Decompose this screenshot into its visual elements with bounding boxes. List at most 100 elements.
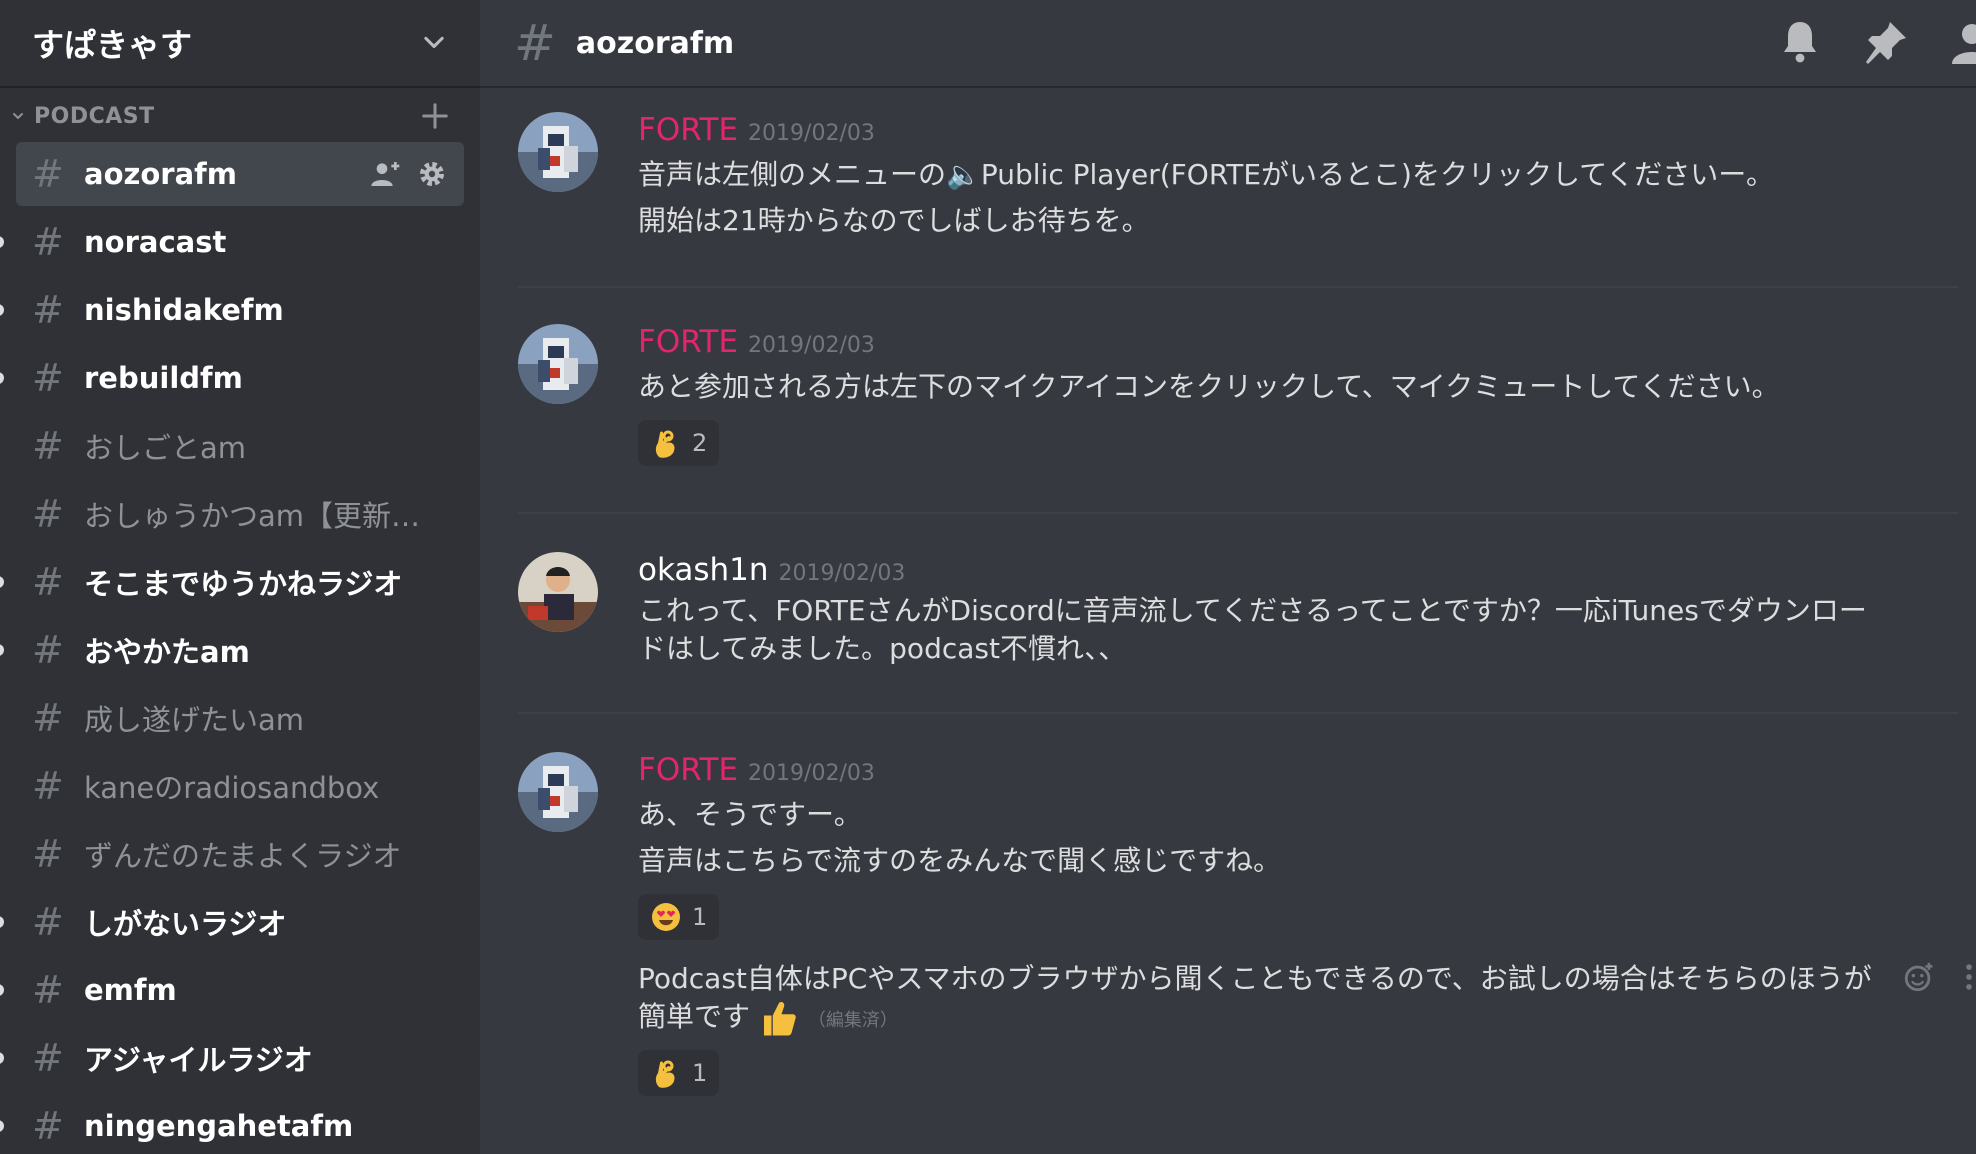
category-name: PODCAST — [34, 103, 155, 129]
channel-item-sokomade[interactable]: # そこまでゆうかねラジオ — [0, 550, 464, 614]
bell-icon[interactable] — [1776, 18, 1824, 66]
message-text: 音声は左側のメニューの🔈Public Player(FORTEがいるとこ)をクリ… — [638, 158, 1775, 191]
message-author[interactable]: okash1n — [638, 552, 769, 588]
channel-name: ningengahetafm — [84, 1109, 354, 1143]
invite-icon[interactable] — [370, 158, 402, 190]
avatar[interactable] — [518, 752, 598, 832]
caret-down-icon — [13, 113, 23, 120]
add-channel-icon[interactable] — [420, 101, 450, 131]
message-text: Podcast自体はPCやスマホのブラウザから聞くこともできるので、お試しの場合… — [638, 960, 1898, 1040]
reaction-count: 1 — [692, 1059, 708, 1087]
message-timestamp: 2019/02/03 — [748, 121, 875, 146]
avatar[interactable] — [518, 112, 598, 192]
reaction-count: 2 — [692, 429, 708, 457]
channel-name: ずんだのたまよくラジオ — [84, 839, 402, 873]
unread-indicator — [0, 644, 4, 656]
channel-name: しがないラジオ — [84, 907, 287, 941]
hash-icon: # — [32, 832, 64, 876]
category-podcast[interactable]: PODCAST — [0, 96, 480, 136]
reaction-heart-eyes[interactable]: 1 — [638, 894, 720, 940]
channel-list: # aozorafm # noracast # nishidakefm # re… — [0, 142, 480, 1154]
channel-name: noracast — [84, 225, 227, 259]
message-text: あ、そうですー。 — [638, 798, 862, 831]
unread-indicator — [0, 1052, 4, 1064]
message-author[interactable]: FORTE — [638, 752, 738, 788]
hash-icon: # — [32, 1036, 64, 1080]
channel-name: kaneのradiosandbox — [84, 771, 380, 805]
unread-indicator — [0, 916, 4, 928]
channel-name: おしゅうかつam【更新… — [84, 499, 421, 533]
message-divider — [518, 512, 1958, 514]
hash-icon: # — [32, 356, 64, 400]
channel-item-agile-radio[interactable]: # アジャイルラジオ — [0, 1026, 464, 1090]
channel-item-zunda[interactable]: # ずんだのたまよくラジオ — [16, 822, 464, 886]
thumbs-up-icon — [763, 1001, 796, 1036]
unread-indicator — [0, 576, 4, 588]
chevron-down-icon[interactable] — [420, 29, 448, 57]
message-timestamp: 2019/02/03 — [778, 561, 906, 586]
hash-icon: # — [32, 900, 64, 944]
channel-item-aozorafm[interactable]: # aozorafm — [16, 142, 464, 206]
unread-indicator — [0, 236, 4, 248]
settings-icon[interactable] — [416, 158, 448, 190]
channel-name: そこまでゆうかねラジオ — [84, 567, 403, 601]
channel-item-oyakataam[interactable]: # おやかたam — [0, 618, 464, 682]
message-divider — [518, 712, 1958, 714]
message-text: 開始は21時からなのでしばしお待ちを。 — [638, 204, 1150, 237]
message-author[interactable]: FORTE — [638, 324, 738, 360]
ok-hand-icon — [655, 430, 675, 458]
channel-item-nishidakefm[interactable]: # nishidakefm — [0, 278, 464, 342]
message-text: これって、FORTEさんがDiscordに音声流してくださるってことですか？一応… — [638, 594, 1867, 665]
hash-icon: # — [32, 1104, 64, 1148]
hash-icon: # — [32, 288, 64, 332]
hash-icon: # — [32, 696, 64, 740]
more-options-icon[interactable] — [1952, 960, 1976, 994]
unread-indicator — [0, 1120, 4, 1132]
hash-icon: # — [32, 764, 64, 808]
hash-icon: # — [32, 424, 64, 468]
channel-item-shiganai[interactable]: # しがないラジオ — [0, 890, 464, 954]
pin-icon[interactable] — [1862, 18, 1910, 66]
server-header[interactable]: すぱきゃす — [0, 0, 480, 88]
ok-hand-icon — [655, 1060, 675, 1088]
channel-name: rebuildfm — [84, 361, 243, 395]
server-name: すぱきゃす — [32, 26, 193, 64]
hash-icon: # — [32, 152, 64, 196]
channel-item-noracast[interactable]: # noracast — [0, 210, 464, 274]
channel-item-ningengahetafm[interactable]: # ningengahetafm — [0, 1094, 464, 1154]
message-text: あと参加される方は左下のマイクアイコンをクリックして、マイクミュートしてください… — [638, 370, 1780, 403]
hash-icon: # — [32, 492, 64, 536]
channel-name: アジャイルラジオ — [84, 1043, 313, 1077]
channel-name: おしごとam — [84, 431, 247, 465]
members-icon[interactable] — [1948, 18, 1976, 66]
message-author[interactable]: FORTE — [638, 112, 738, 148]
avatar[interactable] — [518, 324, 598, 404]
hash-icon: # — [32, 560, 64, 604]
message-divider — [518, 286, 1958, 288]
heart-eyes-icon — [652, 903, 680, 931]
channel-item-emfm[interactable]: # emfm — [0, 958, 464, 1022]
channel-item-nashitogetaiam[interactable]: # 成し遂げたいam — [16, 686, 464, 750]
reaction-ok-hand[interactable]: 2 — [638, 420, 720, 466]
hash-icon: # — [32, 628, 64, 672]
channel-item-kane-radiosandbox[interactable]: # kaneのradiosandbox — [16, 754, 464, 818]
unread-indicator — [0, 372, 4, 384]
channel-name: aozorafm — [84, 157, 238, 191]
avatar[interactable] — [518, 552, 598, 632]
message-text: 音声はこちらで流すのをみんなで聞く感じですね。 — [638, 844, 1282, 877]
message-timestamp: 2019/02/03 — [748, 761, 875, 786]
channel-name: おやかたam — [84, 635, 250, 669]
hash-icon: # — [32, 968, 64, 1012]
channel-item-oshigotoam[interactable]: # おしごとam — [16, 414, 464, 478]
channel-name: emfm — [84, 973, 177, 1007]
hash-icon: # — [32, 220, 64, 264]
reaction-ok-hand[interactable]: 1 — [638, 1050, 720, 1096]
channel-item-oshuukatsuam[interactable]: # おしゅうかつam【更新… — [16, 482, 464, 546]
channel-item-rebuildfm[interactable]: # rebuildfm — [0, 346, 464, 410]
channel-name: nishidakefm — [84, 293, 284, 327]
channel-name: 成し遂げたいam — [84, 703, 305, 737]
unread-indicator — [0, 304, 4, 316]
add-reaction-icon[interactable] — [1902, 960, 1936, 994]
unread-indicator — [0, 984, 4, 996]
hash-icon: # — [514, 14, 556, 72]
